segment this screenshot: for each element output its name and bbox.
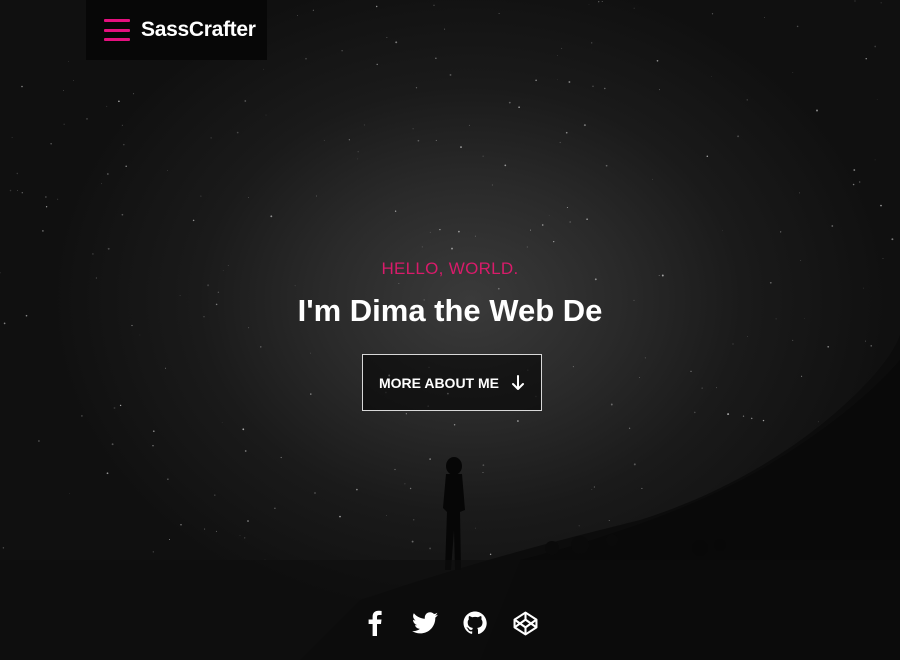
hero-headline: I'm Dima the Web De xyxy=(297,293,603,328)
menu-bar xyxy=(104,28,130,32)
social-links xyxy=(0,608,900,638)
landscape-silhouette xyxy=(0,335,900,660)
person-silhouette xyxy=(443,457,465,570)
hamburger-menu-icon[interactable] xyxy=(104,19,130,41)
hero-eyebrow: HELLO, WORLD. xyxy=(381,259,519,278)
site-brand: SassCrafter xyxy=(86,0,267,60)
hero-section: SassCrafter HELLO, WORLD. I'm Dima the W… xyxy=(0,0,900,660)
twitter-icon[interactable] xyxy=(411,608,439,638)
brand-logo-text[interactable]: SassCrafter xyxy=(141,18,256,42)
facebook-icon[interactable] xyxy=(361,608,389,638)
cta-label: MORE ABOUT ME xyxy=(378,374,500,391)
hero-content: HELLO, WORLD. I'm Dima the Web De xyxy=(0,258,900,330)
menu-bar xyxy=(104,19,130,22)
more-about-me-button[interactable]: MORE ABOUT ME xyxy=(362,354,542,411)
codepen-icon[interactable] xyxy=(511,608,539,638)
github-icon[interactable] xyxy=(461,608,489,638)
arrow-down-icon xyxy=(512,374,525,390)
menu-bar xyxy=(104,38,130,41)
